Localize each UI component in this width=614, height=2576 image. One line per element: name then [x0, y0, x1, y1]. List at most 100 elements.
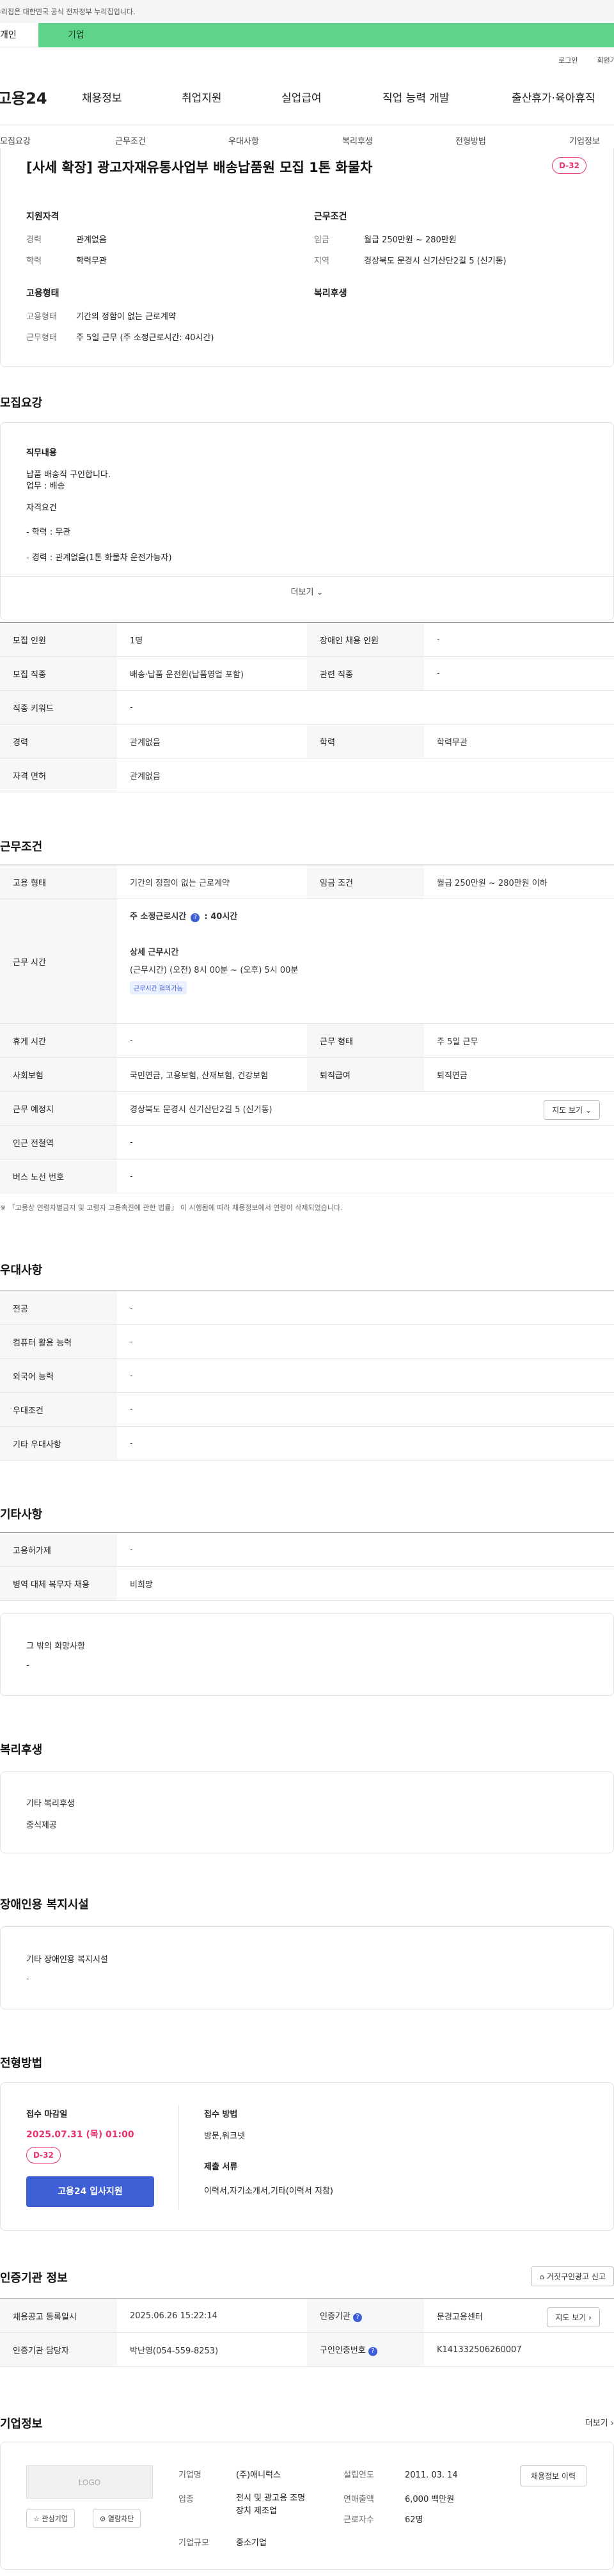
block-company-button[interactable]: ⊘ 열람차단	[93, 2509, 141, 2528]
subnav-preferences[interactable]: 우대사항	[228, 134, 259, 146]
qualification-title: 지원자격	[26, 212, 59, 222]
table-cell: 관계없음	[117, 758, 614, 792]
login-link[interactable]: 로그인	[558, 55, 578, 69]
table-row: 컴퓨터 활용 능력 -	[0, 1324, 614, 1359]
process-section: 전형방법	[0, 2054, 614, 2071]
table-row: 고용 형태 기간의 정함이 없는 근로계약 임금 조건 월급 250만원 ~ 2…	[0, 865, 614, 899]
cert-map-label: 지도 보기	[555, 2313, 586, 2322]
gnb-item-training[interactable]: 직업 능력 개발	[382, 89, 450, 105]
table-header: 관련 직종	[307, 656, 424, 691]
hours-negotiable-badge: 근무시간 협의가능	[130, 981, 187, 994]
table-header: 임금 조건	[307, 865, 424, 899]
tab-company[interactable]: 기업	[38, 23, 614, 47]
chevron-down-icon: ⌄	[316, 588, 324, 597]
gnb-item-employment-support[interactable]: 취업지원	[182, 89, 222, 105]
block-icon: ⊘	[100, 2515, 106, 2523]
weekly-hours-label: 주 소정근로시간	[130, 912, 187, 922]
table-cell: -	[117, 1159, 614, 1193]
summary-value: 관계없음	[76, 235, 107, 245]
table-row: 모집 인원 1명 장애인 채용 인원 -	[0, 622, 614, 657]
gnb-item-unemployment-benefit[interactable]: 실업급여	[281, 89, 322, 105]
process-card: 접수 마감일 2025.07.31 (목) 01:00 D-32 고용24 입사…	[0, 2082, 614, 2231]
table-header: 모집 직종	[0, 656, 117, 691]
preference-table: 전공 - 컴퓨터 활용 능력 - 외국어 능력 - 우대조건 - 기타 우대사항 -	[0, 1291, 614, 1461]
weekly-hours-value: : 40시간	[204, 912, 238, 922]
company-info-row: 설립연도 2011. 03. 14	[343, 2468, 458, 2480]
company-value: 6,000 백만원	[405, 2495, 455, 2504]
info-icon[interactable]: ?	[191, 913, 200, 922]
requirement-title: 자격요건	[26, 503, 57, 513]
table-row: 우대조건 -	[0, 1392, 614, 1427]
gnb-item-jobs[interactable]: 채용정보	[82, 89, 122, 105]
subnav-process[interactable]: 전형방법	[455, 134, 486, 146]
summary-row: 지역 경상북도 문경시 신기산단2길 5 (신기동)	[314, 254, 507, 266]
recruit-title: 모집요강	[0, 397, 43, 410]
company-value: 전시 및 광고용 조명장치 제조업	[236, 2494, 306, 2516]
etc-section: 기타사항	[0, 1505, 614, 1522]
company-key: 업종	[178, 2495, 194, 2504]
info-icon[interactable]: ?	[352, 2313, 362, 2322]
condition-group: 근무조건 임금 월급 250만원 ~ 280만원 지역 경상북도 문경시 신기산단2…	[314, 210, 507, 275]
apply-button[interactable]: 고용24 입사지원	[26, 2176, 154, 2207]
table-cell: -	[424, 656, 614, 691]
work-title: 근무조건	[0, 840, 43, 854]
summary-value: 월급 250만원 ~ 280만원	[364, 235, 457, 245]
summary-value: 기간의 정함이 없는 근로계약	[76, 312, 176, 322]
table-header-label: 구인인증번호	[320, 2346, 366, 2355]
subnav-company[interactable]: 기업정보	[569, 134, 600, 146]
block-label: 열람차단	[107, 2515, 134, 2523]
map-view-button[interactable]: 지도 보기 ⌄	[544, 1100, 600, 1120]
welfare-section-title: 복리후생	[0, 1743, 43, 1757]
table-header: 고용 형태	[0, 865, 117, 899]
recruit-section: 모집요강 직무내용 납품 배송직 구인합니다. 업무 : 배송 자격요건 - 학…	[0, 394, 614, 620]
table-header: 버스 노선 번호	[0, 1159, 117, 1193]
job-history-button[interactable]: 채용정보 이력	[519, 2465, 586, 2486]
subnav-recruit[interactable]: 모집요강	[0, 134, 31, 146]
disability-title: 장애인용 복지시설	[0, 1898, 89, 1912]
work-hours-cell: 주 소정근로시간 ? : 40시간 상세 근무시간 (근무시간) (오전) 8시…	[117, 899, 614, 1024]
table-header: 직종 키워드	[0, 690, 117, 725]
join-link[interactable]: 회원가입	[597, 55, 614, 69]
tab-personal[interactable]: 개인	[0, 23, 38, 47]
table-cell: -	[117, 1125, 614, 1159]
table-row: 외국어 능력 -	[0, 1358, 614, 1393]
table-cell: 월급 250만원 ~ 280만원 이하	[424, 865, 614, 899]
site-logo[interactable]: 고용24	[0, 86, 77, 108]
etc-title: 기타사항	[0, 1508, 43, 1521]
etc-hope-card: 그 밖의 희망사항 -	[0, 1613, 614, 1696]
summary-row: 임금 월급 250만원 ~ 280만원	[314, 233, 507, 245]
report-fake-ad-button[interactable]: ⌂ 거짓구인광고 신고	[531, 2266, 614, 2286]
job-summary-card: [사세 확장] 광고자재유통사업부 배송납품원 모집 1톤 화물차 D-32 지…	[0, 148, 614, 367]
recruit-table-wrap: 모집 인원 1명 장애인 채용 인원 - 모집 직종 배송·납품 운전원(납품영…	[0, 622, 614, 792]
company-more-link[interactable]: 더보기 ›	[585, 2416, 614, 2428]
table-header: 학력	[307, 724, 424, 758]
subnav-work-conditions[interactable]: 근무조건	[115, 134, 146, 146]
table-row: 자격 면허 관계없음	[0, 758, 614, 792]
process-dday-badge: D-32	[26, 2147, 61, 2164]
company-key: 근로자수	[343, 2515, 374, 2525]
table-row: 채용공고 등록일시 2025.06.26 15:22:14 인증기관 ? 문경고…	[0, 2298, 614, 2333]
company-info-row: 기업명 (주)애니럭스	[178, 2468, 281, 2480]
etc-hope-value: -	[26, 1661, 29, 1670]
company-info-row: 업종 전시 및 광고용 조명장치 제조업	[178, 2492, 313, 2518]
table-cell: -	[424, 622, 614, 657]
employment-type-group: 고용형태 고용형태 기간의 정함이 없는 근로계약 근무형태 주 5일 근무 (주 …	[26, 287, 214, 352]
table-row: 인근 전철역 -	[0, 1125, 614, 1159]
info-icon[interactable]: ?	[368, 2347, 377, 2356]
company-logo-placeholder: LOGO	[26, 2465, 153, 2499]
table-header: 장애인 채용 인원	[307, 622, 424, 657]
more-button[interactable]: 더보기 ⌄	[1, 576, 613, 608]
gnb-item-parental-leave[interactable]: 출산휴가·육아휴직	[512, 89, 595, 105]
company-value: 중소기업	[236, 2538, 267, 2548]
subnav-welfare[interactable]: 복리후생	[342, 134, 373, 146]
cert-map-button[interactable]: 지도 보기 ›	[547, 2307, 600, 2327]
more-label: 더보기	[290, 588, 314, 597]
global-nav: 고용24 채용정보 취업지원 실업급여 직업 능력 개발 출산휴가·육아휴직	[0, 69, 614, 125]
cert-table: 채용공고 등록일시 2025.06.26 15:22:14 인증기관 ? 문경고…	[0, 2298, 614, 2367]
favorite-company-button[interactable]: ☆ 관심기업	[26, 2509, 75, 2528]
etc-hope-title: 그 밖의 희망사항	[26, 1642, 85, 1651]
table-header: 컴퓨터 활용 능력	[0, 1324, 117, 1359]
company-title: 기업정보	[0, 2417, 43, 2431]
chevron-right-icon: ›	[610, 2419, 614, 2428]
member-type-tabs: 개인 기업	[0, 23, 614, 47]
